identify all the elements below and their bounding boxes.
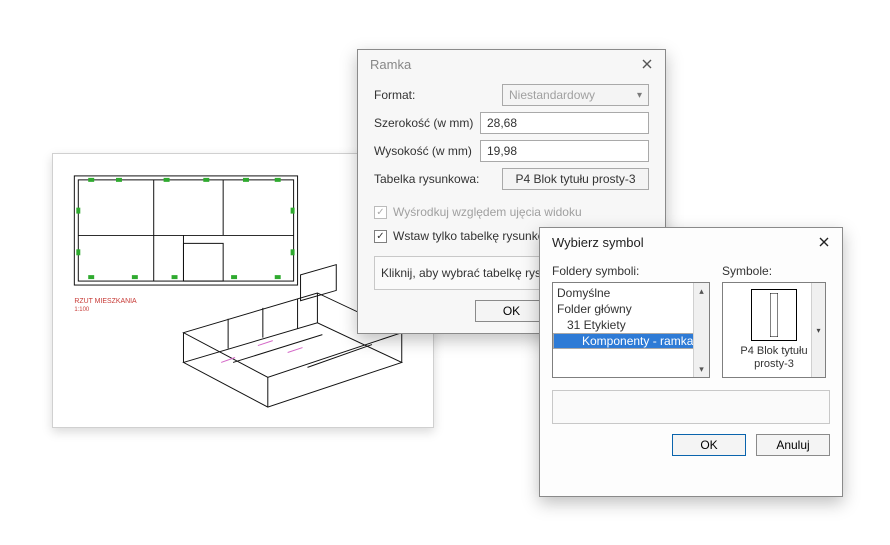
label-width: Szerokość (w mm) — [374, 116, 480, 130]
folder-tree[interactable]: Domyślne Folder główny 31 Etykiety Kompo… — [552, 282, 710, 378]
label-format: Format: — [374, 88, 502, 102]
folders-label: Foldery symboli: — [552, 264, 710, 278]
tree-item[interactable]: 31 Etykiety — [553, 317, 709, 333]
scroll-down-icon[interactable]: ▾ — [699, 361, 704, 377]
checkbox-insert-only[interactable]: ✓ — [374, 230, 387, 243]
titleblock-button[interactable]: P4 Blok tytułu prosty-3 — [502, 168, 649, 190]
dialog-symbol-titlebar: Wybierz symbol — [540, 228, 842, 256]
description-panel — [552, 390, 830, 424]
scrollbar[interactable]: ▴ ▾ — [693, 283, 709, 377]
symbol-cancel-button[interactable]: Anuluj — [756, 434, 830, 456]
chevron-down-icon: ▾ — [637, 90, 642, 101]
dialog-ramka-title: Ramka — [370, 57, 411, 72]
dialog-ramka-titlebar: Ramka — [358, 50, 665, 78]
format-select-value: Niestandardowy — [509, 88, 595, 102]
checkbox-center-row: ✓ Wyśrodkuj względem ujęcia widoku — [374, 202, 649, 222]
close-icon[interactable] — [816, 234, 832, 250]
symbol-ok-button[interactable]: OK — [672, 434, 746, 456]
dialog-symbol-title: Wybierz symbol — [552, 235, 644, 250]
plan-caption-1: RZUT MIESZKANIA — [74, 298, 137, 305]
checkbox-center-label: Wyśrodkuj względem ujęcia widoku — [393, 205, 582, 219]
symbol-name: P4 Blok tytułu prosty-3 — [732, 345, 816, 371]
label-titleblock: Tabelka rysunkowa: — [374, 172, 502, 186]
label-height: Wysokość (w mm) — [374, 144, 480, 158]
format-select[interactable]: Niestandardowy ▾ — [502, 84, 649, 106]
scroll-up-icon[interactable]: ▴ — [699, 283, 704, 299]
checkbox-center: ✓ — [374, 206, 387, 219]
tree-item[interactable]: Folder główny — [553, 301, 709, 317]
tree-item[interactable]: Domyślne — [553, 285, 709, 301]
width-input[interactable] — [480, 112, 649, 134]
symbol-preview-thumbnail[interactable] — [751, 289, 797, 341]
tree-item-selected[interactable]: Komponenty - ramka — [553, 333, 709, 349]
dropdown-icon[interactable]: ▾ — [811, 283, 825, 377]
height-input[interactable] — [480, 140, 649, 162]
dialog-select-symbol: Wybierz symbol Foldery symboli: Domyślne… — [539, 227, 843, 497]
close-icon[interactable] — [639, 56, 655, 72]
symbols-label: Symbole: — [722, 264, 826, 278]
ramka-ok-button[interactable]: OK — [475, 300, 549, 322]
dialog-ramka-form: Format: Niestandardowy ▾ Szerokość (w mm… — [358, 78, 665, 246]
checkbox-insert-label: Wstaw tylko tabelkę rysunkową — [393, 229, 560, 243]
symbol-preview-box[interactable]: P4 Blok tytułu prosty-3 ▾ — [722, 282, 826, 378]
plan-caption-2: 1:100 — [74, 307, 90, 313]
